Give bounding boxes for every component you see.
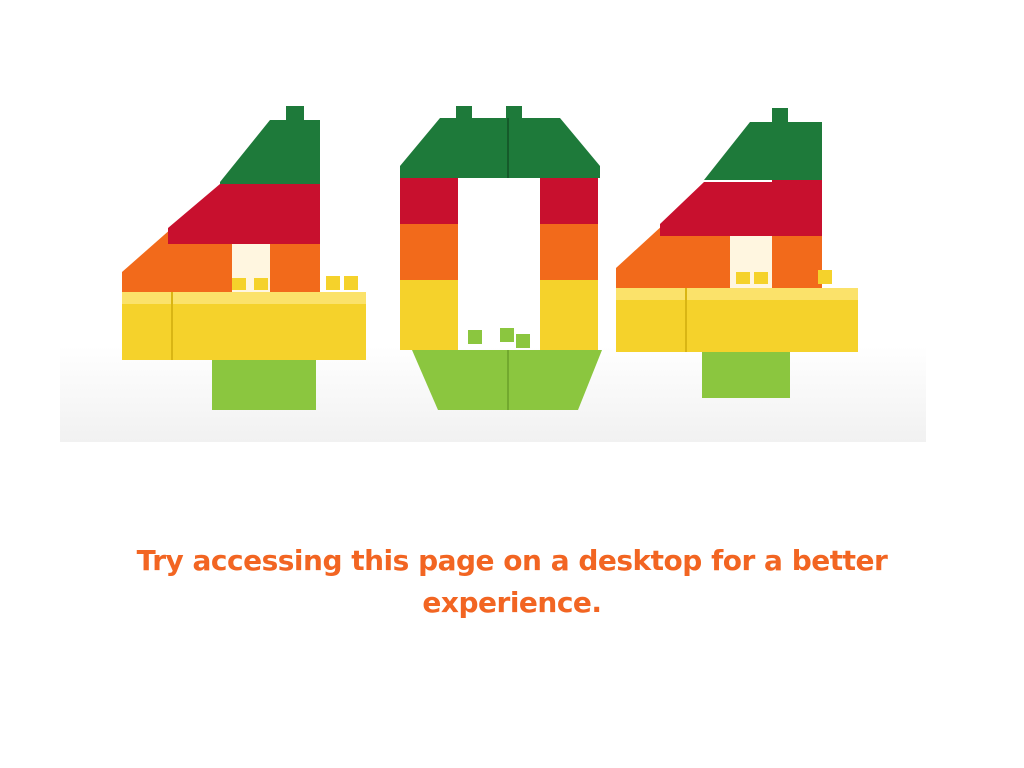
desktop-recommendation-text: Try accessing this page on a desktop for…	[136, 544, 888, 619]
error-page: Try accessing this page on a desktop for…	[0, 0, 1024, 768]
lego-404-image	[60, 96, 926, 442]
lego-404-icon	[60, 106, 926, 442]
digit-zero	[400, 106, 602, 410]
